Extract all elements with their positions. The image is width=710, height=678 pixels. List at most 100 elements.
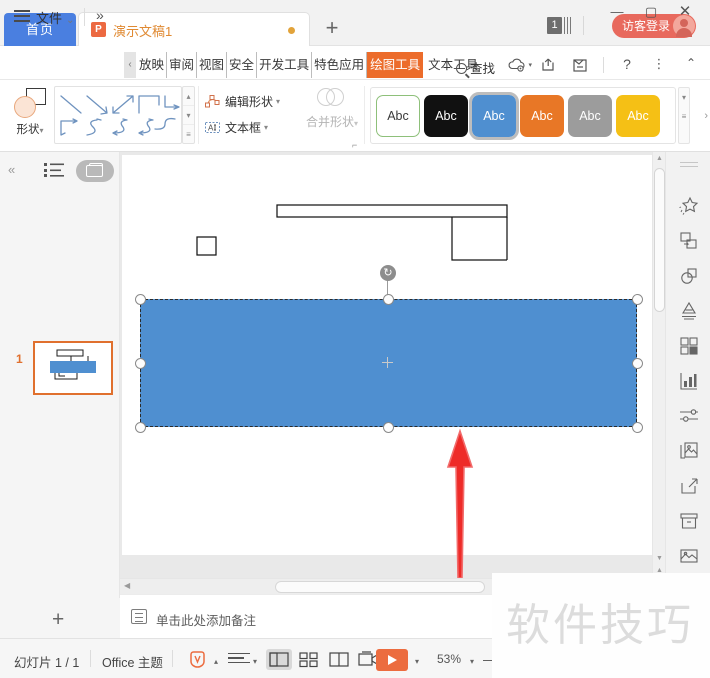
- tab-document[interactable]: P 演示文稿1: [78, 12, 310, 46]
- gallery-expand-button[interactable]: ≡: [183, 125, 194, 144]
- ribbon-tab-drawing-tools[interactable]: 绘图工具: [367, 52, 424, 78]
- styles-expand-button[interactable]: ≡: [679, 107, 689, 126]
- style-label: Abc: [531, 108, 553, 123]
- shape-style-blue[interactable]: Abc: [469, 91, 519, 140]
- resize-handle-bottom-center[interactable]: [383, 421, 394, 433]
- share-icon[interactable]: [539, 56, 557, 74]
- shape-style-gray[interactable]: Abc: [568, 94, 612, 137]
- resize-handle-middle-left[interactable]: [134, 357, 146, 369]
- resize-handle-bottom-right[interactable]: [631, 421, 643, 433]
- window-maximize-button[interactable]: ▢: [638, 2, 664, 22]
- help-icon[interactable]: ?: [618, 56, 636, 74]
- shape-style-white[interactable]: style-white Abc: [376, 94, 420, 137]
- find-label: 查找: [470, 62, 496, 76]
- export-share-icon[interactable]: [679, 476, 699, 496]
- resize-handle-top-center[interactable]: [383, 293, 394, 305]
- scroll-up-button[interactable]: ▲: [655, 155, 664, 162]
- view-reading-button[interactable]: [326, 649, 352, 670]
- slide-thumbnail-panel: « 1: [0, 152, 120, 598]
- dialog-launcher-button[interactable]: ⌐: [352, 140, 357, 150]
- styles-scroll-down-button[interactable]: ▾: [679, 88, 689, 107]
- picture-icon[interactable]: [679, 546, 699, 566]
- duplicate-shapes-icon[interactable]: [679, 231, 699, 251]
- notification-count-badge[interactable]: 1: [547, 17, 562, 34]
- app-menu-icon[interactable]: [14, 10, 30, 23]
- gallery-scroll-up-button[interactable]: ▴: [183, 87, 194, 106]
- align-icon[interactable]: [228, 653, 250, 666]
- view-normal-button[interactable]: [266, 649, 292, 670]
- hscrollbar-thumb[interactable]: [275, 581, 485, 593]
- shapes-group-button[interactable]: 形状▾: [6, 82, 54, 148]
- image-library-icon[interactable]: [679, 441, 699, 461]
- ribbon-scroll-right-button[interactable]: ›: [704, 110, 708, 122]
- align-caret-icon[interactable]: ▾: [253, 657, 257, 666]
- collapse-ribbon-icon[interactable]: ⌃: [682, 56, 700, 74]
- archive-box-icon[interactable]: [679, 511, 699, 531]
- rotate-handle-icon[interactable]: ↻: [380, 265, 396, 281]
- styles-gallery-scroller[interactable]: ▾ ≡: [678, 87, 690, 144]
- title-bar: 首页 P 演示文稿1 + 1 访客登录 — ▢ ✕: [0, 0, 710, 46]
- shape-style-yellow[interactable]: Abc: [616, 94, 660, 137]
- window-close-button[interactable]: ✕: [672, 2, 698, 22]
- effects-star-icon[interactable]: [679, 196, 699, 216]
- settings-sliders-icon[interactable]: [679, 406, 699, 426]
- line-shapes-gallery[interactable]: [54, 86, 182, 144]
- collaborate-icon[interactable]: [571, 56, 589, 74]
- red-up-arrow-annotation: [446, 428, 474, 578]
- zoom-level-label[interactable]: 53%: [437, 652, 461, 666]
- scrollbar-thumb[interactable]: [654, 168, 665, 312]
- ribbon-tab-featured-apps[interactable]: 特色应用: [312, 52, 368, 78]
- scroll-down-button[interactable]: ▼: [655, 555, 664, 562]
- theme-label[interactable]: Office 主题: [102, 652, 163, 671]
- wps-brand-icon[interactable]: [188, 650, 207, 669]
- ribbon-tab-view[interactable]: 视图: [197, 52, 228, 78]
- chevron-down-icon: ▾: [276, 96, 281, 106]
- collapse-panel-button[interactable]: «: [8, 162, 15, 177]
- file-menu-button[interactable]: 文件 ⌄: [36, 8, 74, 27]
- more-options-icon[interactable]: ⋮: [650, 56, 668, 74]
- ribbon-tab-security[interactable]: 安全: [227, 52, 258, 78]
- outline-view-icon[interactable]: [44, 160, 68, 180]
- ribbon-scroll-left-button[interactable]: ‹: [124, 52, 136, 78]
- chart-icon[interactable]: [679, 371, 699, 391]
- panel-bars-icon[interactable]: [564, 17, 572, 34]
- slide-surface[interactable]: ↻: [122, 155, 655, 555]
- ribbon-tab-review[interactable]: 审阅: [167, 52, 198, 78]
- slides-view-icon[interactable]: [76, 160, 114, 182]
- edit-shape-button[interactable]: 编辑形状 ▾: [204, 88, 296, 114]
- new-tab-button[interactable]: +: [320, 17, 344, 39]
- shape-style-orange[interactable]: Abc: [520, 94, 564, 137]
- more-tabs-button[interactable]: »: [96, 7, 104, 23]
- resize-handle-top-left[interactable]: [134, 293, 146, 305]
- slide-canvas[interactable]: ↻: [120, 152, 665, 578]
- play-icon: [388, 655, 397, 665]
- shape-style-black[interactable]: Abc: [424, 94, 468, 137]
- brand-caret-icon[interactable]: ▴: [214, 657, 218, 666]
- layout-grid-icon[interactable]: [679, 336, 699, 356]
- chevron-down-icon: ▾: [39, 126, 44, 135]
- text-box-icon: A: [204, 119, 221, 136]
- text-box-button[interactable]: A 文本框 ▾: [204, 114, 296, 140]
- gallery-scroll-down-button[interactable]: ▾: [183, 106, 194, 125]
- canvas-vertical-scrollbar[interactable]: ▲ ▼ ▲: [652, 152, 665, 578]
- add-slide-button[interactable]: +: [52, 608, 64, 632]
- find-button[interactable]: 查找: [456, 58, 495, 77]
- text-art-icon[interactable]: [679, 301, 699, 321]
- ribbon-tab-slideshow[interactable]: 放映: [137, 52, 168, 78]
- resize-handle-middle-right[interactable]: [631, 357, 643, 369]
- view-sorter-button[interactable]: [296, 649, 322, 670]
- chevron-down-icon: ⌄: [66, 15, 75, 26]
- resize-handle-bottom-left[interactable]: [134, 421, 146, 433]
- zoom-caret-icon[interactable]: ▾: [470, 657, 474, 666]
- window-minimize-button[interactable]: —: [604, 2, 630, 22]
- menu-right-icons: ▾ ? ⋮ ⌃: [507, 52, 700, 78]
- line-gallery-scroller[interactable]: ▴ ▾ ≡: [182, 86, 195, 144]
- shapes-combine-icon[interactable]: [679, 266, 699, 286]
- ribbon-tab-developer[interactable]: 开发工具: [257, 52, 313, 78]
- slide-thumbnail-1[interactable]: [33, 341, 113, 395]
- slideshow-options-caret[interactable]: ▾: [415, 657, 419, 666]
- scroll-left-button[interactable]: ◀: [124, 581, 130, 590]
- resize-handle-top-right[interactable]: [631, 293, 643, 305]
- start-slideshow-button[interactable]: [376, 649, 408, 671]
- cloud-sync-icon[interactable]: ▾: [507, 56, 532, 74]
